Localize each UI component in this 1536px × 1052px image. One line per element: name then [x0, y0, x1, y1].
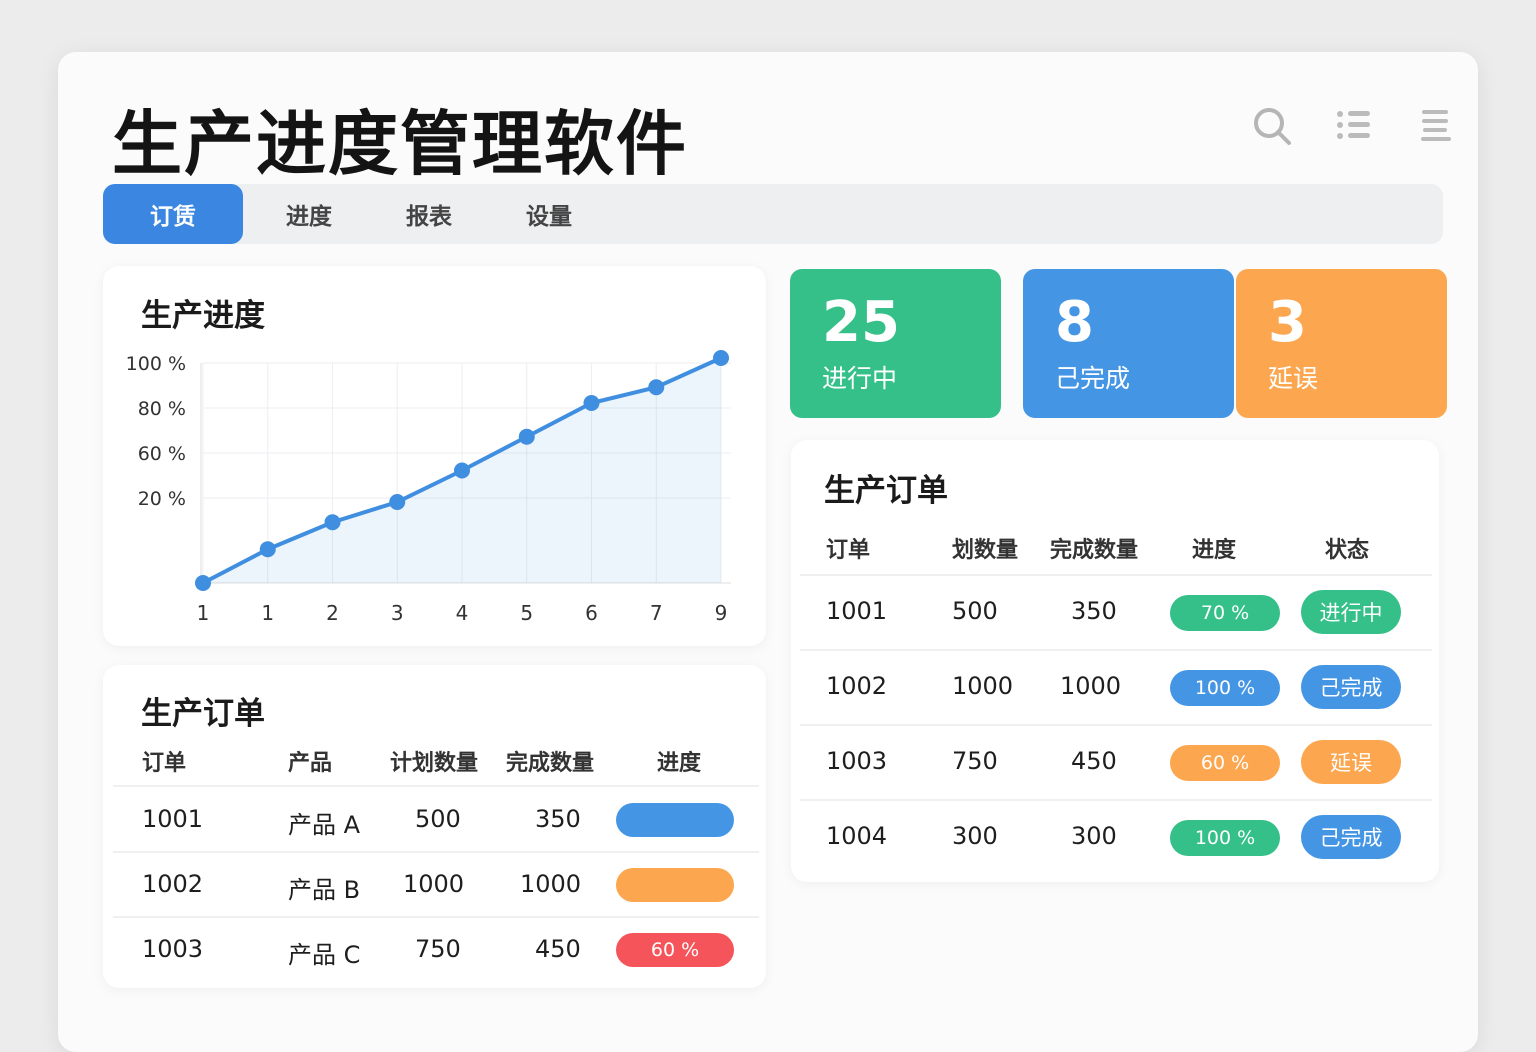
status-badge[interactable]: 延误 [1301, 740, 1401, 784]
y-tick-label: 20 % [138, 488, 186, 510]
data-point [389, 494, 406, 510]
data-point [195, 575, 211, 591]
data-point [454, 462, 470, 479]
divider [113, 785, 759, 787]
search-icon[interactable] [1250, 104, 1294, 148]
x-tick-label: 2 [326, 601, 339, 625]
tab-reports[interactable]: 报表 [369, 184, 489, 244]
divider [113, 916, 759, 918]
cell-product: 产品 C [288, 941, 361, 969]
data-point [518, 428, 535, 445]
cell-product: 产品 B [288, 876, 361, 904]
chart-title: 生产进度 [141, 298, 265, 334]
tab-orders[interactable]: 订赁 [103, 184, 243, 244]
cell-done: 350 [535, 805, 581, 833]
menu-icon[interactable] [1414, 104, 1458, 148]
stat-card[interactable]: 8 己完成 [1023, 269, 1234, 418]
data-point [324, 514, 341, 531]
cell-done: 450 [535, 935, 581, 963]
stat-card[interactable]: 3 延误 [1236, 269, 1447, 418]
column-header: 完成数量 [506, 751, 595, 776]
stat-label: 延误 [1268, 364, 1319, 393]
y-tick-label: 100 % [126, 353, 186, 375]
stat-value: 8 [1055, 290, 1094, 355]
cell-plan: 300 [952, 822, 998, 850]
progress-line-chart: 1 1 2 3 4 5 6 7 9 100 % 80 % 60 % 20 % [126, 350, 731, 625]
stat-value: 3 [1268, 290, 1307, 355]
tab-progress[interactable]: 进度 [249, 184, 369, 244]
y-tick-label: 60 % [138, 443, 186, 465]
cell-done: 300 [1071, 822, 1117, 850]
data-point [648, 379, 665, 396]
y-tick-label: 80 % [138, 398, 186, 420]
stat-value: 25 [822, 290, 900, 355]
x-tick-label: 1 [261, 601, 274, 625]
cell-id: 1003 [142, 935, 204, 963]
progress-badge: 100 % [1170, 820, 1280, 856]
x-tick-label: 1 [197, 601, 210, 625]
progress-bar [616, 803, 734, 837]
app-title: 生产进度管理软件 [112, 103, 688, 185]
column-header: 状态 [1325, 538, 1370, 563]
data-point [583, 395, 600, 411]
column-header: 产品 [288, 751, 333, 776]
stat-label: 进行中 [822, 364, 898, 393]
progress-bar [616, 868, 734, 902]
cell-id: 1003 [826, 747, 888, 775]
cell-plan: 500 [415, 805, 461, 833]
progress-badge: 100 % [1170, 670, 1280, 706]
left-orders-title: 生产订单 [141, 696, 265, 732]
divider [113, 851, 759, 853]
divider [800, 574, 1432, 576]
right-orders-title: 生产订单 [824, 473, 948, 509]
stat-card[interactable]: 25 进行中 [790, 269, 1001, 418]
column-header: 进度 [1192, 538, 1237, 563]
x-tick-label: 5 [520, 601, 533, 625]
x-tick-label: 6 [585, 601, 598, 625]
cell-id: 1004 [826, 822, 888, 850]
cell-done: 350 [1071, 597, 1117, 625]
status-badge[interactable]: 己完成 [1301, 815, 1401, 859]
column-header: 完成数量 [1050, 538, 1139, 563]
cell-plan: 750 [415, 935, 461, 963]
cell-plan: 750 [952, 747, 998, 775]
cell-plan: 1000 [952, 672, 1014, 700]
column-header: 划数量 [952, 538, 1019, 563]
cell-done: 1000 [520, 870, 582, 898]
list-icon[interactable] [1332, 104, 1376, 148]
x-tick-label: 3 [391, 601, 404, 625]
data-point [713, 350, 729, 366]
cell-id: 1002 [142, 870, 204, 898]
divider [800, 724, 1432, 726]
cell-plan: 500 [952, 597, 998, 625]
divider [800, 799, 1432, 801]
cell-id: 1001 [142, 805, 204, 833]
x-tick-label: 9 [715, 601, 728, 625]
progress-bar: 60 % [616, 933, 734, 967]
status-badge[interactable]: 己完成 [1301, 665, 1401, 709]
column-header: 订单 [142, 751, 187, 776]
tab-bar: 订赁 进度 报表 设量 [103, 184, 1443, 244]
x-tick-label: 4 [456, 601, 469, 625]
column-header: 进度 [657, 751, 702, 776]
x-tick-label: 7 [650, 601, 663, 625]
column-header: 计划数量 [390, 751, 479, 776]
tab-settings[interactable]: 设量 [489, 184, 609, 244]
cell-done: 450 [1071, 747, 1117, 775]
cell-product: 产品 A [288, 811, 361, 839]
cell-plan: 1000 [403, 870, 465, 898]
status-badge[interactable]: 进行中 [1301, 590, 1401, 634]
data-point [259, 541, 276, 558]
divider [800, 649, 1432, 651]
stat-label: 己完成 [1055, 364, 1131, 393]
progress-badge: 60 % [1170, 745, 1280, 781]
column-header: 订单 [826, 538, 871, 563]
cell-id: 1001 [826, 597, 888, 625]
cell-done: 1000 [1060, 672, 1122, 700]
progress-badge: 70 % [1170, 595, 1280, 631]
cell-id: 1002 [826, 672, 888, 700]
